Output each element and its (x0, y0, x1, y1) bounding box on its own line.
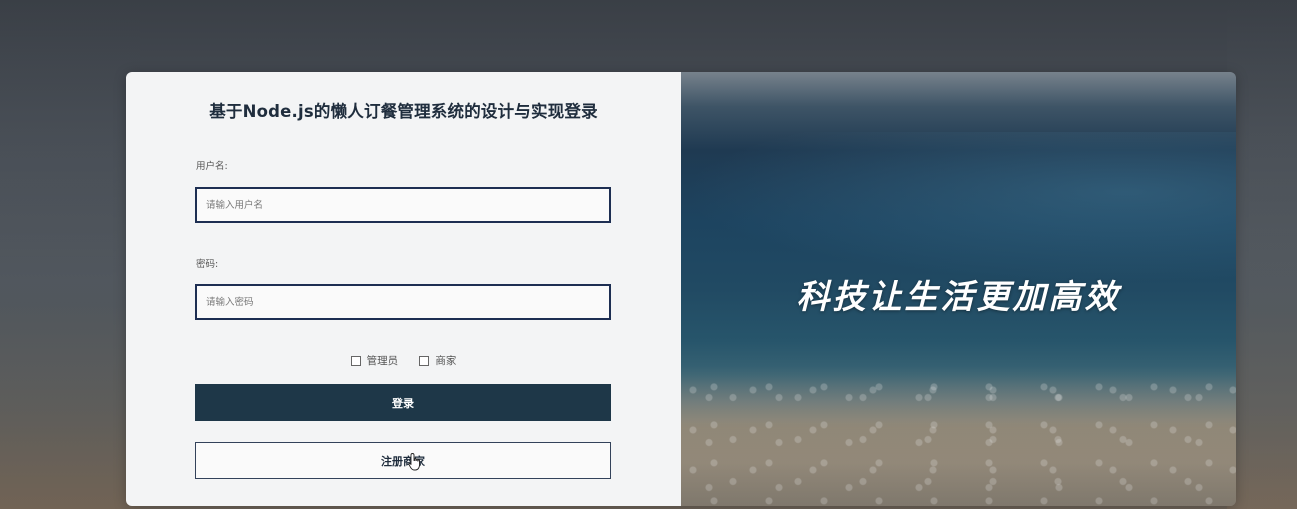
role-selector: 管理员 商家 (126, 353, 681, 369)
background-right (1227, 0, 1297, 509)
background-left (0, 0, 140, 509)
login-button[interactable]: 登录 (195, 384, 611, 421)
page-title: 基于Node.js的懒人订餐管理系统的设计与实现登录 (209, 102, 598, 121)
banner-slogan: 科技让生活更加高效 (796, 277, 1121, 316)
role-label-merchant: 商家 (435, 355, 457, 367)
merchant-checkbox[interactable] (419, 355, 430, 366)
username-label: 用户名: (196, 161, 228, 172)
hand-cursor-icon (408, 453, 420, 471)
register-merchant-button[interactable]: 注册商家 (195, 442, 611, 479)
sea-highlight (681, 132, 1236, 282)
password-label: 密码: (196, 259, 219, 270)
beach-banner-image: 科技让生活更加高效 (681, 72, 1236, 506)
login-form-panel: 基于Node.js的懒人订餐管理系统的设计与实现登录 用户名: 密码: 管理员 … (126, 72, 681, 506)
admin-checkbox[interactable] (350, 355, 361, 366)
role-label-admin: 管理员 (366, 355, 399, 367)
role-option-merchant[interactable]: 商家 (419, 353, 456, 368)
beach-shore (681, 366, 1236, 506)
password-input[interactable] (195, 284, 611, 320)
role-option-admin[interactable]: 管理员 (350, 353, 399, 368)
login-card: 基于Node.js的懒人订餐管理系统的设计与实现登录 用户名: 密码: 管理员 … (126, 72, 1236, 506)
username-input[interactable] (195, 187, 611, 223)
